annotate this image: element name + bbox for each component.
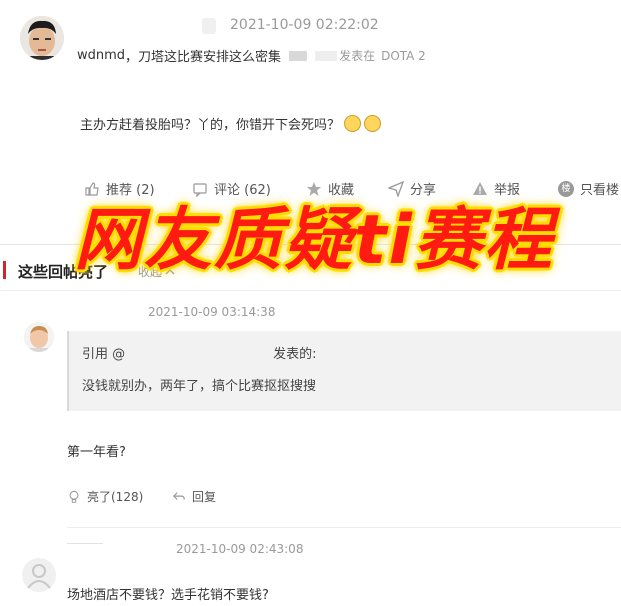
quote-text: 没钱就别办，两年了，搞个比赛抠抠搜搜 [82, 379, 317, 394]
only-author-button[interactable]: 楼 只看楼 [558, 179, 619, 198]
reply1-timestamp: 2021-10-09 03:14:38 [148, 305, 276, 319]
avatar-face-icon [24, 322, 54, 352]
default-user-icon [27, 564, 51, 589]
quote-header: 引用 @ 发表的: [82, 343, 317, 362]
reply1-reply-button[interactable]: 回复 [172, 488, 216, 505]
reply-divider [67, 527, 621, 528]
quoted-user-hidden [125, 343, 273, 362]
reply2-body: 场地酒店不要钱？选手花销不要钱? [67, 588, 269, 603]
post-body-text: 主办方赶着投胎吗？丫的，你错开下会死吗？ [80, 118, 341, 133]
blurred-block [289, 50, 308, 61]
lightbulb-icon [69, 490, 79, 503]
reply1-body: 第一年看? [67, 445, 126, 460]
post-body: 主办方赶着投胎吗？丫的，你错开下会死吗？ [80, 114, 382, 133]
author-avatar[interactable] [20, 16, 64, 60]
author-name[interactable]: wdnmd [77, 48, 125, 63]
section-accent-bar [3, 261, 6, 279]
reply2-username-hidden [67, 543, 103, 544]
avatar-face-icon [20, 16, 64, 60]
reply1-like-button[interactable]: 亮了(128) [67, 488, 143, 505]
post-meta-dot [202, 18, 216, 34]
reply-arrow-icon [172, 491, 185, 500]
reply2-timestamp: 2021-10-09 02:43:08 [176, 542, 304, 556]
reply1-avatar[interactable] [24, 322, 54, 352]
board-name[interactable]: DOTA 2 [381, 49, 426, 63]
reply1-quote: 引用 @ 发表的: 没钱就别办，两年了，搞个比赛抠抠搜搜 [67, 331, 621, 411]
reply2-avatar[interactable] [22, 558, 56, 592]
post-title[interactable]: ，刀塔这比赛安排这么密集 [125, 46, 281, 65]
emoji-face-icon-2 [364, 115, 382, 132]
section-subdivider [0, 290, 621, 291]
overlay-headline: 网友质疑ti赛程 [74, 201, 554, 280]
blurred-block-2 [315, 50, 338, 61]
post-title-line: wdnmd ，刀塔这比赛安排这么密集 发表在 DOTA 2 [77, 46, 426, 65]
emoji-face-icon [344, 115, 362, 132]
post-timestamp: 2021-10-09 02:22:02 [230, 17, 379, 33]
board-prefix: 发表在 [339, 49, 376, 63]
author-circle-icon: 楼 [558, 180, 574, 197]
